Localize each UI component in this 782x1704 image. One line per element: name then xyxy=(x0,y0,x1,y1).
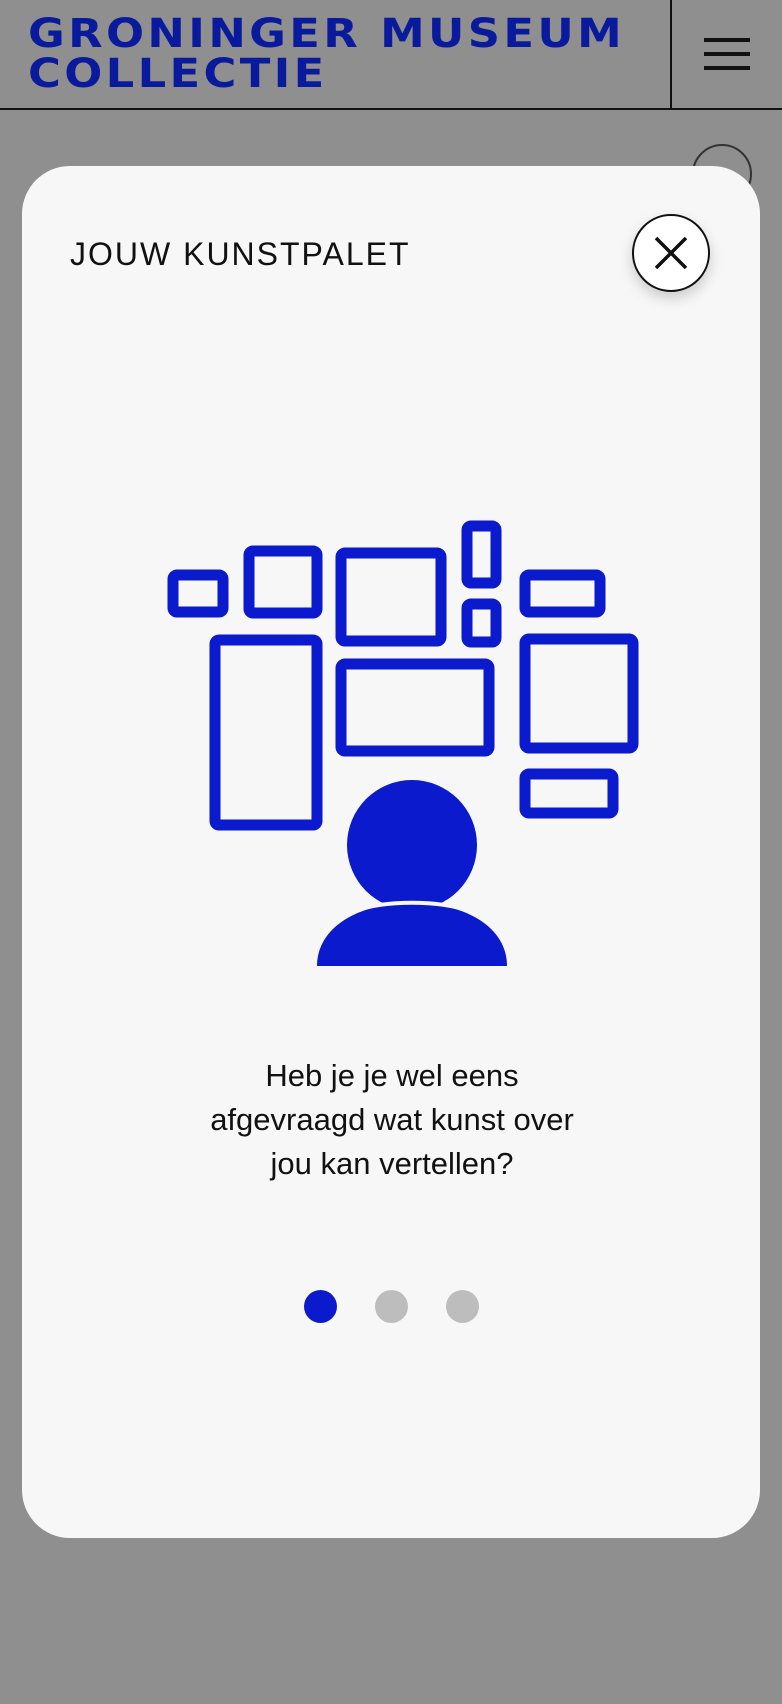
pagination-dots xyxy=(22,1290,760,1323)
logo-line-2: COLLECTIE xyxy=(28,51,328,97)
close-button[interactable] xyxy=(632,214,710,292)
pagination-dot-1[interactable] xyxy=(303,1290,337,1323)
message-line-3: jou kan vertellen? xyxy=(270,1146,514,1181)
intro-message: Heb je je wel eens afgevraagd wat kunst … xyxy=(142,1054,642,1186)
pagination-dot-3[interactable] xyxy=(445,1290,479,1323)
modal-title: JOUW KUNSTPALET xyxy=(70,236,411,272)
site-header: GRONINGER MUSEUM COLLECTIE xyxy=(0,0,782,110)
hamburger-menu-icon xyxy=(704,38,750,70)
site-logo[interactable]: GRONINGER MUSEUM COLLECTIE xyxy=(28,14,625,94)
message-line-2: afgevraagd wat kunst over xyxy=(210,1102,574,1137)
menu-button[interactable] xyxy=(672,0,782,108)
message-line-1: Heb je je wel eens xyxy=(265,1058,519,1093)
person-viewing-gallery-wall-icon xyxy=(167,520,639,966)
kunstpalet-modal: JOUW KUNSTPALET Heb je je wel eens afgev… xyxy=(22,166,760,1538)
pagination-dot-2[interactable] xyxy=(374,1290,408,1323)
logo-line-1: GRONINGER MUSEUM xyxy=(28,11,626,57)
close-icon xyxy=(654,236,688,270)
page: GRONINGER MUSEUM COLLECTIE JOUW KUNSTPAL… xyxy=(0,0,782,1704)
